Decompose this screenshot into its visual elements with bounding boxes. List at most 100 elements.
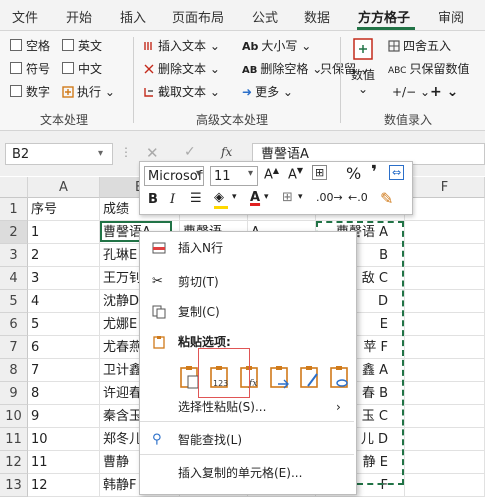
checkbox-symbol[interactable]: 符号 [10,62,50,76]
more-button[interactable]: ➜ 更多 ⌄ [242,85,293,99]
round-button[interactable]: 四舍五入 [388,39,451,53]
function-icon[interactable]: fx [221,145,232,159]
decrease-decimal-icon[interactable]: .00→ [316,191,343,204]
cell-a[interactable]: 7 [28,359,100,382]
cell-a[interactable]: 3 [28,267,100,290]
cell-f[interactable] [405,267,485,290]
paste-transpose-icon[interactable] [268,364,292,390]
cell-a[interactable]: 8 [28,382,100,405]
font-color-icon[interactable]: A [250,190,260,205]
row-header[interactable]: 4 [0,267,28,290]
cell-a[interactable]: 5 [28,313,100,336]
row-header[interactable]: 8 [0,359,28,382]
cell-a[interactable]: 10 [28,428,100,451]
increase-decimal-icon[interactable]: ←.0 [348,191,368,204]
shrink-font-icon[interactable]: A▼ [288,166,303,182]
row-header[interactable]: 3 [0,244,28,267]
menu-item-cut[interactable]: ✂ 剪切(T) [140,270,354,294]
drag-handle-icon[interactable]: ⋮ [120,145,132,159]
cell-f[interactable] [405,198,485,221]
cell-a[interactable]: 1 [28,221,100,244]
checkbox-number[interactable]: 数字 [10,85,50,99]
checkbox-english[interactable]: 英文 [62,39,102,53]
cell-a[interactable]: 4 [28,290,100,313]
format-painter-icon[interactable]: ✎ [380,189,393,208]
fill-color-icon[interactable]: ◈ [214,190,228,209]
cancel-icon[interactable]: ✕ [146,144,159,162]
cell-f[interactable] [405,290,485,313]
row-header[interactable]: 7 [0,336,28,359]
delete-text-button[interactable]: 删除文本 ⌄ [143,62,220,76]
tab-insert[interactable]: 插入 [120,7,146,26]
plus-button[interactable]: + ⌄ [430,85,458,99]
merge-center-icon[interactable]: ⇔ [389,165,405,180]
name-box-dropdown-icon[interactable]: ▾ [98,148,103,159]
bold-button[interactable]: B [148,192,158,207]
row-header[interactable]: 1 [0,198,28,221]
tab-page-layout[interactable]: 页面布局 [172,7,224,26]
size-dropdown-icon[interactable]: ▾ [248,168,253,179]
insert-text-button[interactable]: 插入文本 ⌄ [143,39,220,53]
menu-item-insert-n-rows[interactable]: 插入N行 [140,236,354,260]
value-button[interactable]: 数值 ⌄ [346,37,380,96]
grow-font-icon[interactable]: A▲ [264,166,279,182]
row-header[interactable]: 10 [0,405,28,428]
font-color-dropdown-icon[interactable]: ▾ [264,192,269,202]
font-name-combo[interactable]: Microsoft [144,166,204,186]
borders-dropdown-icon[interactable]: ▾ [298,192,303,202]
fill-dropdown-icon[interactable]: ▾ [232,192,237,202]
menu-item-copy[interactable]: 复制(C) [140,300,354,324]
align-center-icon[interactable]: ☰ [190,191,202,206]
cell-a[interactable]: 12 [28,474,100,497]
tab-review[interactable]: 审阅 [438,7,464,26]
menu-item-insert-copied[interactable]: 插入复制的单元格(E)... [140,461,354,485]
cell-a[interactable]: 9 [28,405,100,428]
case-button[interactable]: Ab 大小写 ⌄ [242,39,311,54]
tab-data[interactable]: 数据 [304,7,330,26]
row-header[interactable]: 5 [0,290,28,313]
row-header[interactable]: 6 [0,313,28,336]
cell-a[interactable]: 6 [28,336,100,359]
row-header[interactable]: 12 [0,451,28,474]
menu-item-paste-special[interactable]: 选择性粘贴(S)... › [140,395,354,419]
tab-home[interactable]: 开始 [66,7,92,26]
checkbox-space[interactable]: 空格 [10,39,50,53]
cell-f[interactable] [405,359,485,382]
row-header[interactable]: 11 [0,428,28,451]
cell-f[interactable] [405,428,485,451]
row-header[interactable]: 9 [0,382,28,405]
font-dropdown-icon[interactable]: ▾ [196,168,201,179]
comma-style-icon[interactable]: ❜ [371,162,377,183]
borders-icon[interactable]: ⊞ [282,190,293,205]
name-box[interactable]: B2 [5,143,113,165]
cell-f[interactable] [405,451,485,474]
column-header-a[interactable]: A [28,177,100,198]
cell-a[interactable]: 11 [28,451,100,474]
tab-fangfang[interactable]: 方方格子 [358,7,410,26]
cell-f[interactable] [405,221,485,244]
cell-f[interactable] [405,244,485,267]
sign-button[interactable]: +/− ⌄ [392,85,430,99]
cell-a[interactable]: 2 [28,244,100,267]
cell-f[interactable] [405,474,485,497]
cell-a[interactable]: 序号 [28,198,100,221]
cell-f[interactable] [405,313,485,336]
checkbox-chinese[interactable]: 中文 [62,62,102,76]
tab-file[interactable]: 文件 [12,7,38,26]
paste-link-icon[interactable] [328,364,352,390]
italic-button[interactable]: I [170,192,175,207]
delete-space-button[interactable]: AB 删除空格 ⌄ [242,62,322,78]
format-style-icon[interactable]: ⊞ [312,165,328,180]
enter-icon[interactable]: ✓ [184,144,196,160]
tab-formulas[interactable]: 公式 [252,7,278,26]
paste-formatting-icon[interactable] [298,364,322,390]
menu-item-smart-lookup[interactable]: ⚲ 智能查找(L) [140,428,354,452]
cell-f[interactable] [405,405,485,428]
row-header[interactable]: 2 [0,221,28,244]
row-header[interactable]: 13 [0,474,28,497]
column-header-f[interactable]: F [405,177,485,198]
percent-button[interactable]: % [346,164,361,183]
extract-text-button[interactable]: 截取文本 ⌄ [143,85,220,99]
keep-value-button[interactable]: ABC 只保留数值 [388,62,469,78]
execute-button[interactable]: 执行 ⌄ [62,85,115,99]
